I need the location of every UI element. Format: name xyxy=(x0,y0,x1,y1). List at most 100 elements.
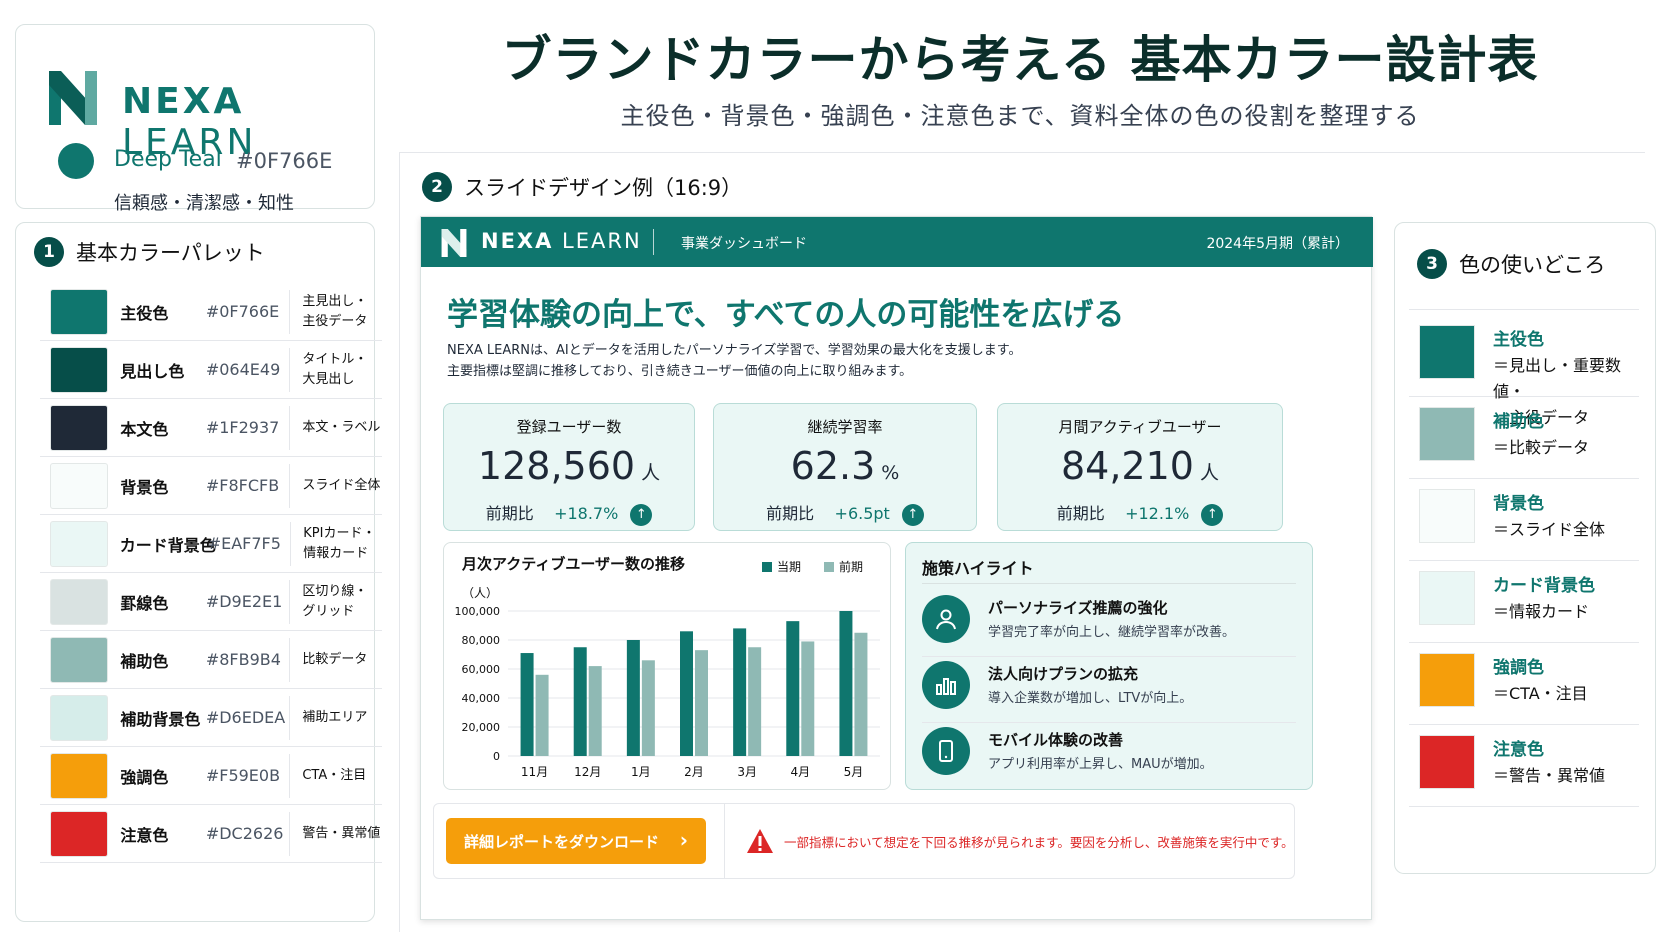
bar xyxy=(801,641,815,756)
color-hex: #8FB9B4 xyxy=(205,650,281,669)
bar xyxy=(839,611,853,756)
kpi-delta-label: 前期比 xyxy=(766,504,815,523)
palette-row: 背景色 #F8FCFB スライド全体 xyxy=(40,457,382,515)
highlights-card: 施策ハイライト パーソナライズ推薦の強化 学習完了率が向上し、継続学習率が改善。法… xyxy=(905,542,1313,790)
color-usage: 比較データ xyxy=(289,637,382,682)
usage-desc: ＝スライド全体 xyxy=(1493,520,1606,539)
highlight-item: モバイル体験の改善 アプリ利用率が上昇し、MAUが増加。 xyxy=(922,719,1296,789)
color-swatch xyxy=(50,520,108,567)
bar xyxy=(520,653,534,756)
usage-role: 主役色 xyxy=(1493,330,1544,350)
kpi-unit: 人 xyxy=(1199,462,1219,484)
section-number: 2 xyxy=(422,172,452,202)
y-tick-label: 40,000 xyxy=(462,692,501,705)
color-swatch xyxy=(50,636,109,683)
slide-body-line: 主要指標は堅調に推移しており、引き続きユーザー価値の向上に取り組みます。 xyxy=(447,364,913,379)
usage-role: 背景色 xyxy=(1493,494,1544,514)
color-swatch xyxy=(50,752,109,799)
monthly-active-users-chart: 月次アクティブユーザー数の推移 （人） 当期 前期 100,000 80,000 60,00… xyxy=(455,555,880,779)
bar xyxy=(854,632,868,756)
color-role: 背景色 xyxy=(120,477,169,497)
color-swatch xyxy=(1419,735,1475,789)
divider xyxy=(399,152,400,932)
divider xyxy=(724,804,725,878)
brand-card: NEXA LEARN Deep Teal #0F766E 信頼感・清潔感・知性 xyxy=(15,24,375,214)
warning-icon xyxy=(747,829,773,853)
divider xyxy=(922,583,1296,584)
color-usage: CTA・注目 xyxy=(289,753,382,798)
page-subtitle: 主役色・背景色・強調色・注意色まで、資料全体の色の役割を整理する xyxy=(620,102,1420,130)
kpi-card: 登録ユーザー数 128,560 人前期比 +18.7% ↑ xyxy=(443,403,695,531)
bar xyxy=(641,660,655,756)
highlight-desc: 学習完了率が向上し、継続学習率が改善。 xyxy=(988,625,1236,640)
usage-role: 注意色 xyxy=(1493,740,1544,760)
color-swatch xyxy=(1419,571,1475,625)
bar xyxy=(626,640,640,756)
color-swatch xyxy=(1419,325,1475,379)
color-swatch xyxy=(50,462,109,509)
kpi-value: 84,210 xyxy=(1061,444,1194,488)
color-usage: KPIカード・ 情報カード xyxy=(290,521,382,566)
color-usage: 警告・異常値 xyxy=(289,811,382,856)
kpi-delta-row: 前期比 +12.1% ↑ xyxy=(998,500,1282,526)
kpi-value: 62.3 xyxy=(790,444,876,488)
color-swatch xyxy=(1419,489,1475,543)
color-role: 補助色 xyxy=(120,651,169,671)
palette-row: 主役色 #0F766E 主見出し・ 主役データ xyxy=(40,283,382,341)
palette-title: 1 基本カラーパレット xyxy=(34,237,265,267)
usage-row: 注意色 ＝警告・異常値 xyxy=(1409,719,1639,807)
kpi-value-row: 128,560 人 xyxy=(444,444,694,488)
period-label: 2024年5月期（累計） xyxy=(1206,236,1349,252)
usage-title: 3 色の使いどころ xyxy=(1417,249,1605,279)
color-hex: #064E49 xyxy=(205,360,281,379)
kpi-value-row: 84,210 人 xyxy=(998,444,1282,488)
palette-row: 見出し色 #064E49 タイトル・ 大見出し xyxy=(40,341,382,399)
color-role: 主役色 xyxy=(120,303,169,323)
legend-label: 当期 xyxy=(777,560,801,574)
mobile-icon xyxy=(922,727,970,775)
kpi-label: 登録ユーザー数 xyxy=(516,418,622,436)
kpi-unit: 人 xyxy=(641,462,661,484)
palette-row: 本文色 #1F2937 本文・ラベル xyxy=(40,399,382,457)
color-hex: #1F2937 xyxy=(205,418,280,437)
usage-role: 強調色 xyxy=(1493,658,1544,678)
palette-row: 注意色 #DC2626 警告・異常値 xyxy=(40,805,382,863)
kpi-value-row: 62.3% xyxy=(714,444,976,488)
slide-headline: 学習体験の向上で、すべての人の可能性を広げる xyxy=(447,297,1125,333)
highlight-item: パーソナライズ推薦の強化 学習完了率が向上し、継続学習率が改善。 xyxy=(922,587,1296,657)
bar xyxy=(680,631,693,756)
dashboard-label: 事業ダッシュボード xyxy=(681,236,807,252)
kpi-unit: % xyxy=(881,462,900,484)
color-swatch xyxy=(50,578,109,625)
bar xyxy=(733,628,747,756)
kpi-delta: +18.7% xyxy=(554,504,619,523)
action-bar: 詳細レポートをダウンロード › 一部指標において想定を下回る推移が見られます。要… xyxy=(433,803,1295,879)
legend-swatch xyxy=(762,562,772,572)
arrow-up-icon: ↑ xyxy=(1201,503,1224,526)
usage-row: 背景色 ＝スライド全体 xyxy=(1409,473,1639,561)
kpi-value: 128,560 xyxy=(477,444,636,488)
slide-section-title: 2 スライドデザイン例（16:9） xyxy=(422,172,742,202)
bar xyxy=(748,647,762,756)
color-hex: #0F766E xyxy=(205,302,280,321)
color-role: カード背景色 xyxy=(119,535,216,555)
kpi-label: 月間アクティブユーザー xyxy=(1058,418,1222,436)
section-number: 3 xyxy=(1417,249,1447,279)
kpi-delta-label: 前期比 xyxy=(1056,504,1105,523)
legend-label: 前期 xyxy=(839,559,863,574)
kpi-card: 月間アクティブユーザー 84,210 人前期比 +12.1% ↑ xyxy=(997,403,1283,531)
slide-preview: NEXA LEARN 事業ダッシュボード 2024年5月期（累計） 学習体験の向… xyxy=(420,216,1373,920)
color-usage: タイトル・ 大見出し xyxy=(289,347,382,392)
color-swatch xyxy=(50,810,109,857)
palette-row: 補助背景色 #D6EDEA 補助エリア xyxy=(40,689,382,747)
kpi-delta: +12.1% xyxy=(1125,504,1190,523)
bar xyxy=(695,650,708,756)
highlight-title: モバイル体験の改善 xyxy=(988,731,1124,749)
slide-section-heading: スライドデザイン例（16:9） xyxy=(464,176,743,200)
color-role: 本文色 xyxy=(120,419,169,439)
legend-swatch xyxy=(824,562,834,572)
color-role: 見出し色 xyxy=(120,361,185,381)
x-tick-label: 1月 xyxy=(631,765,651,779)
usage-row: 強調色 ＝CTA・注目 xyxy=(1409,637,1639,725)
download-report-button[interactable]: 詳細レポートをダウンロード › xyxy=(446,818,706,864)
